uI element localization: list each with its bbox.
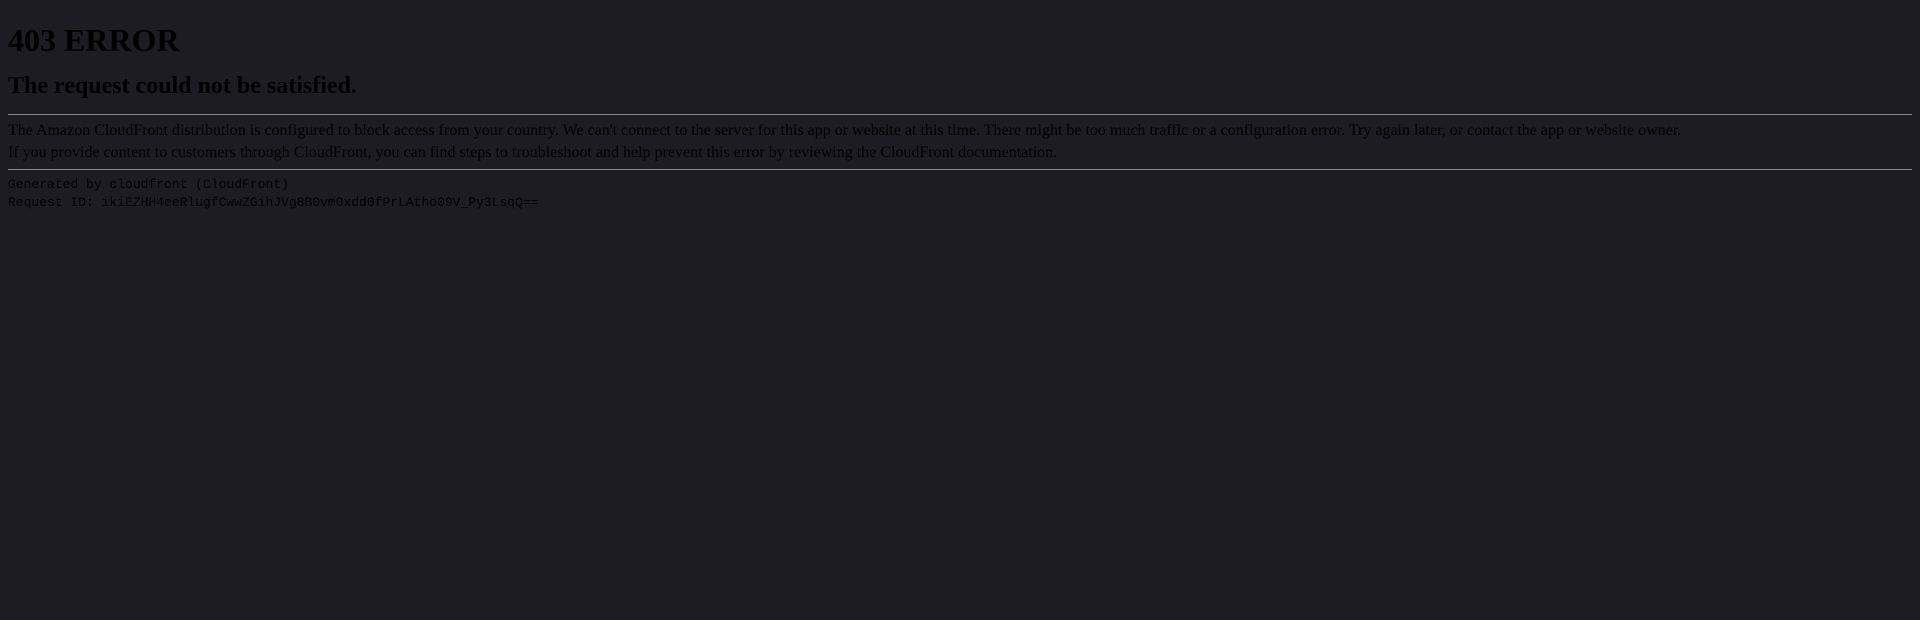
error-details: Generated by cloudfront (CloudFront) Req… [8, 176, 1912, 211]
divider-top [8, 114, 1912, 115]
generated-by-line: Generated by cloudfront (CloudFront) [8, 177, 289, 192]
error-message-1: The Amazon CloudFront distribution is co… [8, 121, 1912, 141]
error-message-2: If you provide content to customers thro… [8, 143, 1912, 163]
error-subtitle: The request could not be satisfied. [8, 73, 1912, 100]
error-title: 403 ERROR [8, 22, 1912, 59]
request-id-line: Request ID: ikiEZHH4eeRlugfCwwZGihJVg8B0… [8, 195, 539, 210]
divider-bottom [8, 169, 1912, 170]
